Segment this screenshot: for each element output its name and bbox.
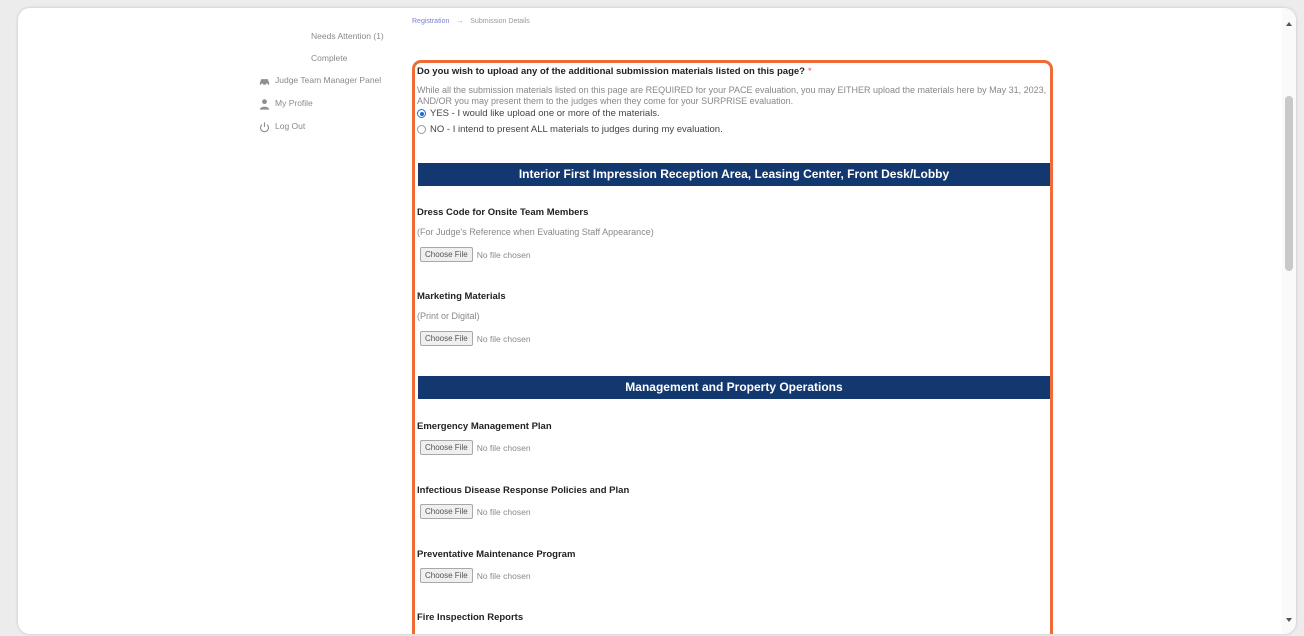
scrollbar-thumb[interactable]	[1285, 96, 1293, 271]
breadcrumb-current: Submission Details	[470, 18, 530, 25]
field-title-fire-inspection: Fire Inspection Reports	[417, 612, 524, 623]
breadcrumb: Registration → Submission Details	[412, 18, 530, 25]
breadcrumb-link-registration[interactable]: Registration	[412, 18, 449, 25]
section-header-interior-first-impression: Interior First Impression Reception Area…	[418, 163, 1050, 186]
sidebar-item-label: Judge Team Manager Panel	[275, 75, 382, 85]
radio-option-no[interactable]: NO - I intend to present ALL materials t…	[417, 124, 723, 135]
field-title-marketing-materials: Marketing Materials	[417, 291, 506, 302]
field-subtitle-dress-code: (For Judge's Reference when Evaluating S…	[417, 227, 654, 237]
radio-yes-control[interactable]	[417, 109, 426, 118]
file-input-dress-code: Choose File No file chosen	[420, 247, 531, 262]
upload-question-description: While all the submission materials liste…	[417, 85, 1047, 106]
sidebar-item-needs-attention[interactable]: Needs Attention (1)	[311, 30, 384, 42]
file-status: No file chosen	[476, 442, 531, 453]
file-input-infectious-disease: Choose File No file chosen	[420, 504, 531, 519]
sidebar-item-label: Log Out	[275, 121, 306, 131]
required-mark: *	[807, 66, 812, 77]
choose-file-button[interactable]: Choose File	[420, 247, 473, 262]
sidebar-item-log-out[interactable]: Log Out	[258, 120, 305, 133]
file-status: No file chosen	[476, 249, 531, 260]
car-icon	[258, 75, 272, 87]
choose-file-button[interactable]: Choose File	[420, 331, 473, 346]
browser-window: Needs Attention (1) Complete Judge Team …	[18, 8, 1296, 634]
section-header-management-operations: Management and Property Operations	[418, 376, 1050, 399]
sidebar-item-my-profile[interactable]: My Profile	[258, 97, 313, 110]
power-icon	[258, 121, 272, 133]
sidebar-item-complete[interactable]: Complete	[311, 52, 347, 64]
scroll-down-arrow-icon[interactable]	[1286, 618, 1292, 622]
field-title-infectious-disease: Infectious Disease Response Policies and…	[417, 485, 630, 496]
file-status: No file chosen	[476, 506, 531, 517]
radio-option-yes[interactable]: YES - I would like upload one or more of…	[417, 108, 660, 119]
vertical-scrollbar[interactable]	[1282, 8, 1296, 634]
sidebar-item-label: My Profile	[275, 98, 313, 108]
user-icon	[258, 98, 272, 110]
file-input-emergency-management: Choose File No file chosen	[420, 440, 531, 455]
choose-file-button[interactable]: Choose File	[420, 568, 473, 583]
submission-form-highlight: Do you wish to upload any of the additio…	[412, 60, 1053, 634]
radio-yes-label: YES - I would like upload one or more of…	[430, 108, 660, 119]
radio-no-label: NO - I intend to present ALL materials t…	[430, 124, 723, 135]
sidebar: Needs Attention (1) Complete Judge Team …	[258, 8, 408, 208]
file-status: No file chosen	[476, 570, 531, 581]
field-title-emergency-management: Emergency Management Plan	[417, 421, 552, 432]
sidebar-item-judge-team-manager-panel[interactable]: Judge Team Manager Panel	[258, 74, 381, 87]
sidebar-item-label: Complete	[311, 53, 348, 63]
field-title-dress-code: Dress Code for Onsite Team Members	[417, 207, 589, 218]
upload-question-title: Do you wish to upload any of the additio…	[417, 66, 812, 77]
file-status: No file chosen	[476, 333, 531, 344]
sidebar-item-label: Needs Attention (1)	[311, 31, 384, 41]
scroll-up-arrow-icon[interactable]	[1286, 22, 1292, 26]
file-input-preventative-maintenance: Choose File No file chosen	[420, 568, 531, 583]
choose-file-button[interactable]: Choose File	[420, 440, 473, 455]
field-title-preventative-maintenance: Preventative Maintenance Program	[417, 549, 576, 560]
choose-file-button[interactable]: Choose File	[420, 504, 473, 519]
radio-no-control[interactable]	[417, 125, 426, 134]
breadcrumb-separator: →	[456, 18, 464, 25]
file-input-marketing-materials: Choose File No file chosen	[420, 331, 531, 346]
field-subtitle-marketing-materials: (Print or Digital)	[417, 311, 480, 321]
